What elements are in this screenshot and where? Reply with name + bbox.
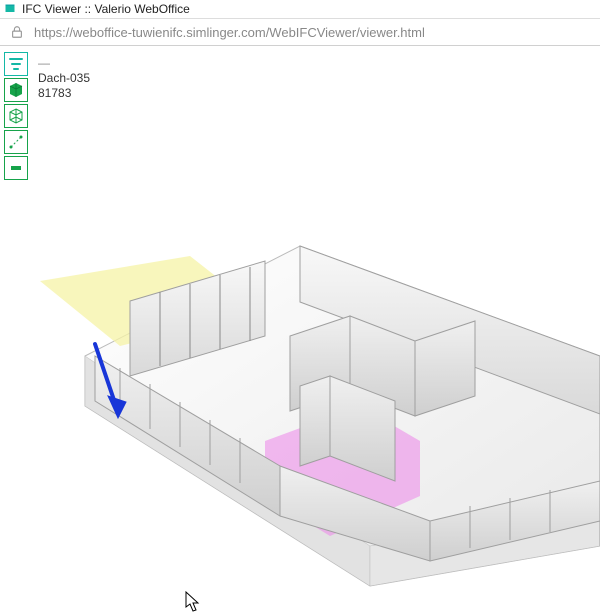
favicon-icon: [4, 3, 16, 15]
url-text: https://weboffice-tuwienifc.simlinger.co…: [34, 25, 425, 40]
view-toolbar: [4, 52, 28, 180]
section-icon: [8, 160, 24, 176]
cube-solid-icon: [8, 82, 24, 98]
tool-wireframe[interactable]: [4, 104, 28, 128]
element-info-readout: — Dach-035 81783: [38, 56, 90, 101]
lock-icon: [10, 25, 24, 39]
tool-solid[interactable]: [4, 78, 28, 102]
browser-titlebar: IFC Viewer :: Valerio WebOffice: [0, 0, 600, 19]
mouse-cursor-icon: [185, 591, 201, 613]
viewer-viewport[interactable]: — Dach-035 81783: [0, 46, 600, 614]
info-element-name: Dach-035: [38, 71, 90, 86]
tool-filter[interactable]: [4, 52, 28, 76]
measure-icon: [8, 134, 24, 150]
blue-direction-arrow: [95, 344, 126, 418]
info-element-id: 81783: [38, 86, 90, 101]
filter-icon: [8, 56, 24, 72]
tool-measure[interactable]: [4, 130, 28, 154]
browser-urlbar[interactable]: https://weboffice-tuwienifc.simlinger.co…: [0, 19, 600, 46]
window-title: IFC Viewer :: Valerio WebOffice: [22, 2, 190, 16]
cube-wire-icon: [8, 108, 24, 124]
tool-section[interactable]: [4, 156, 28, 180]
model-3d-view: [0, 46, 600, 614]
info-line1: —: [38, 56, 90, 71]
